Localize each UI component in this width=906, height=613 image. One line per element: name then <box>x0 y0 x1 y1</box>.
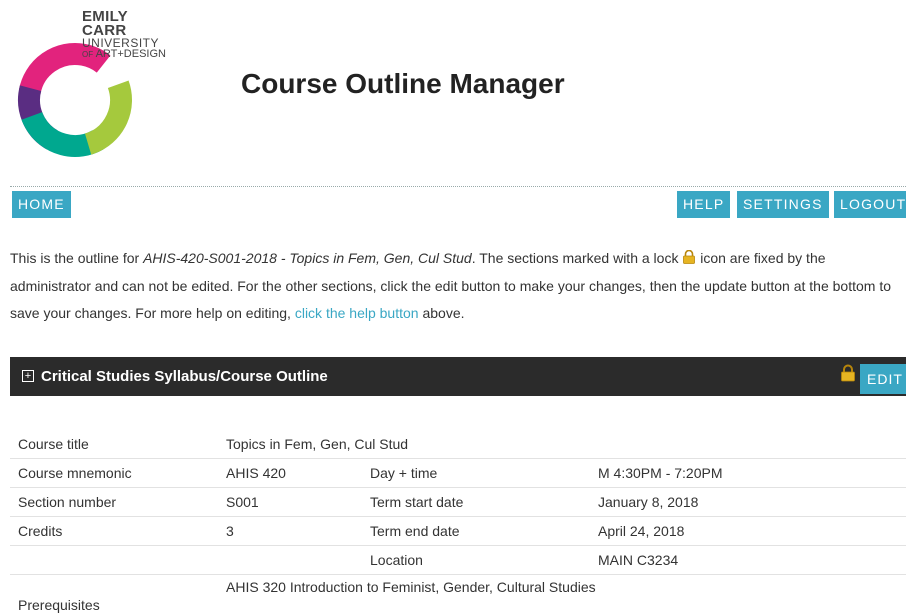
table-row: Course mnemonic AHIS 420 Day + time M 4:… <box>10 459 906 488</box>
lock-icon <box>682 250 696 264</box>
logo-wordmark: EMILY CARR UNIVERSITY OF ART+DESIGN <box>82 10 166 60</box>
intro-text: This is the outline for AHIS-420-S001-20… <box>10 245 906 328</box>
prerequisites-value: AHIS 320 Introduction to Feminist, Gende… <box>218 575 906 613</box>
day-time-value: M 4:30PM - 7:20PM <box>590 459 906 488</box>
help-button[interactable]: HELP <box>677 191 730 218</box>
nav-divider <box>10 186 906 187</box>
table-row: Prerequisites AHIS 320 Introduction to F… <box>10 575 906 613</box>
intro-part-1: This is the outline for <box>10 250 143 266</box>
prerequisites-label: Prerequisites <box>10 575 218 613</box>
page-title: Course Outline Manager <box>241 68 565 100</box>
home-button[interactable]: HOME <box>12 191 71 218</box>
course-outline-table: Course title Topics in Fem, Gen, Cul Stu… <box>10 430 906 613</box>
table-row: Course title Topics in Fem, Gen, Cul Stu… <box>10 430 906 459</box>
term-start-value: January 8, 2018 <box>590 488 906 517</box>
course-identifier: AHIS-420-S001-2018 - Topics in Fem, Gen,… <box>143 250 472 266</box>
term-end-label: Term end date <box>362 517 590 546</box>
help-link[interactable]: click the help button <box>295 305 419 321</box>
course-mnemonic-label: Course mnemonic <box>10 459 218 488</box>
table-row: Section number S001 Term start date Janu… <box>10 488 906 517</box>
section-title: Critical Studies Syllabus/Course Outline <box>41 368 328 385</box>
empty-cell <box>10 546 218 575</box>
lock-icon <box>839 364 857 382</box>
location-label: Location <box>362 546 590 575</box>
section-number-value: S001 <box>218 488 362 517</box>
settings-button[interactable]: SETTINGS <box>737 191 829 218</box>
table-row: Location MAIN C3234 <box>10 546 906 575</box>
term-start-label: Term start date <box>362 488 590 517</box>
location-value: MAIN C3234 <box>590 546 906 575</box>
empty-cell <box>218 546 362 575</box>
course-mnemonic-value: AHIS 420 <box>218 459 362 488</box>
intro-part-2: . The sections marked with a lock <box>472 250 683 266</box>
day-time-label: Day + time <box>362 459 590 488</box>
emily-carr-logo[interactable]: EMILY CARR UNIVERSITY OF ART+DESIGN <box>10 10 190 175</box>
term-end-value: April 24, 2018 <box>590 517 906 546</box>
credits-label: Credits <box>10 517 218 546</box>
logout-button[interactable]: LOGOUT <box>834 191 906 218</box>
intro-part-4: above. <box>419 305 465 321</box>
logo-line-art-design: OF ART+DESIGN <box>82 49 166 60</box>
table-row: Credits 3 Term end date April 24, 2018 <box>10 517 906 546</box>
course-title-label: Course title <box>10 430 218 459</box>
edit-button[interactable]: EDIT <box>860 364 906 394</box>
logo-of: OF <box>82 50 93 59</box>
section-header-critical-studies: + Critical Studies Syllabus/Course Outli… <box>10 357 906 396</box>
expand-icon[interactable]: + <box>22 370 34 382</box>
credits-value: 3 <box>218 517 362 546</box>
section-number-label: Section number <box>10 488 218 517</box>
course-title-value: Topics in Fem, Gen, Cul Stud <box>218 430 906 459</box>
logo-art-design: ART+DESIGN <box>96 48 166 60</box>
